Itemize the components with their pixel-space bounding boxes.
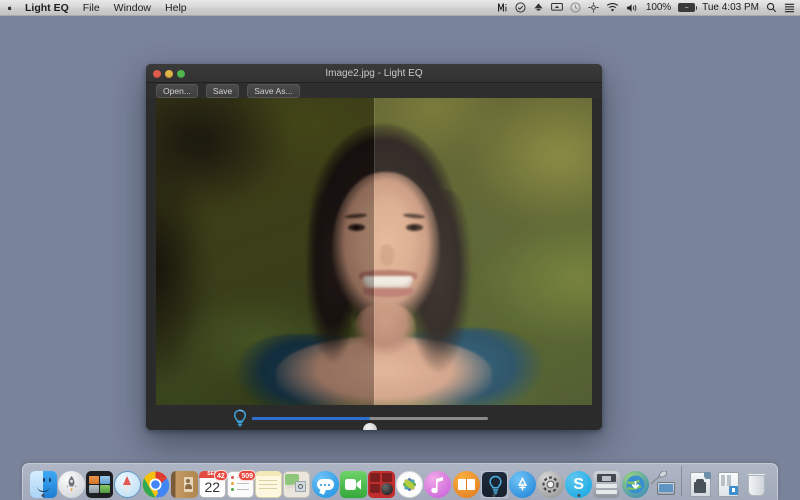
time-machine-icon[interactable] [570,0,581,16]
calendar-icon: SEP 22 42 [199,471,226,498]
facetime-icon [340,471,367,498]
dropbox-icon[interactable] [533,0,544,16]
dock-item-ibooks[interactable] [452,465,479,498]
dock-item-skype[interactable]: S [565,465,592,498]
notes-icon [255,471,282,498]
dock-item-contacts[interactable] [171,465,198,498]
menu-bar-clock[interactable]: Tue 4:03 PM [702,2,759,13]
photos-icon [396,471,423,498]
dock-item-messages[interactable] [311,465,338,498]
dock: SEP 22 42 509 [22,463,778,500]
open-button[interactable]: Open... [156,84,198,98]
ibooks-icon [453,471,480,498]
exposure-slider-thumb[interactable] [363,423,377,431]
airplay-display-icon[interactable] [551,0,563,16]
minimize-button[interactable] [165,70,173,78]
menu-item-window[interactable]: Window [107,0,158,16]
zoom-button[interactable] [177,70,185,78]
image-preview[interactable] [156,98,592,405]
battery-icon[interactable]: – [678,3,695,12]
running-indicator [577,494,580,497]
maps-icon [283,471,310,498]
dock-item-light-eq[interactable] [481,465,508,498]
checkmark-circle-icon[interactable] [515,0,526,16]
messages-icon [312,471,339,498]
menu-bar-status-area: 100% – Tue 4:03 PM [497,0,800,16]
lightbulb-icon[interactable] [230,408,250,428]
dock-item-notes[interactable] [255,465,282,498]
dock-item-launchpad[interactable] [58,465,85,498]
before-after-split-line[interactable] [374,98,375,405]
contacts-icon [171,471,198,498]
menu-item-file[interactable]: File [76,0,107,16]
dock-item-facetime[interactable] [340,465,367,498]
app-store-icon [509,471,536,498]
adjustment-bar [146,406,602,430]
wifi-icon[interactable] [606,0,619,16]
image-half-original [156,98,374,405]
dock-item-chrome[interactable] [142,465,169,498]
exposure-slider-track[interactable] [252,417,488,420]
dock-item-downloads-stack[interactable] [715,465,742,498]
apple-menu-icon[interactable] [6,1,18,15]
dock-item-mission-control[interactable] [86,465,113,498]
dock-item-calendar[interactable]: SEP 22 42 [199,465,226,498]
reminders-icon: 509 [227,471,254,498]
dock-item-app-store[interactable] [509,465,536,498]
documents-stack-icon [687,471,714,498]
notification-center-icon[interactable] [784,0,795,16]
chrome-icon [142,471,169,498]
dock-item-documents-stack[interactable] [687,465,714,498]
save-button[interactable]: Save [206,84,239,98]
printer-utility-icon [593,471,620,498]
menu-bar-left: Light EQ File Window Help [0,0,194,16]
downloads-stack-icon [715,471,742,498]
launchpad-icon [58,471,85,498]
menu-item-help[interactable]: Help [158,0,194,16]
exposure-slider-fill [252,417,370,420]
calendar-badge: 42 [214,470,228,481]
app-m-icon[interactable] [497,0,508,16]
light-eq-window: Image2.jpg - Light EQ Open... Save Save … [146,64,602,430]
dock-item-maps[interactable] [283,465,310,498]
dock-item-photos[interactable] [396,465,423,498]
image-half-enhanced [374,98,592,405]
dock-item-photo-booth[interactable] [368,465,395,498]
dock-item-system-preferences[interactable] [537,465,564,498]
photo-booth-icon [368,471,395,498]
dock-item-printer-utility[interactable] [593,465,620,498]
downloader-icon [622,471,649,498]
crosshair-icon[interactable] [588,0,599,16]
dock-item-downloader[interactable] [622,465,649,498]
save-as-button[interactable]: Save As... [247,84,299,98]
dock-item-itunes[interactable] [424,465,451,498]
battery-percent-label: 100% [646,2,671,13]
window-controls [153,64,185,83]
mission-control-icon [86,471,113,498]
tone-overlay-enhanced [374,98,592,405]
volume-icon[interactable] [626,0,639,16]
safari-icon [114,471,141,498]
dock-separator [681,466,682,496]
dock-item-finder[interactable] [30,465,57,498]
menu-bar: Light EQ File Window Help 100% – T [0,0,800,16]
tone-overlay-original [156,98,374,405]
dock-item-reminders[interactable]: 509 [227,465,254,498]
spotlight-search-icon[interactable] [766,0,777,16]
close-button[interactable] [153,70,161,78]
running-indicator [493,494,496,497]
dock-item-safari[interactable] [114,465,141,498]
dock-item-trash[interactable] [743,465,770,498]
running-indicator [42,494,45,497]
itunes-icon [424,471,451,498]
window-title-bar[interactable]: Image2.jpg - Light EQ [146,64,602,83]
menu-item-light-eq[interactable]: Light EQ [18,0,76,16]
window-title: Image2.jpg - Light EQ [146,68,602,79]
window-toolbar: Open... Save Save As... [146,83,602,98]
reminders-badge: 509 [238,470,256,481]
system-preferences-icon [537,471,564,498]
remote-desktop-icon [650,471,677,498]
trash-icon [743,471,770,498]
dock-item-remote-desktop[interactable] [650,465,677,498]
